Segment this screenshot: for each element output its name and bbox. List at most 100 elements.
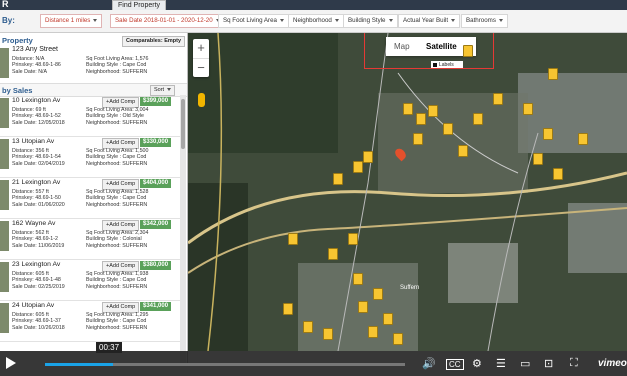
add-comp-label: Add Comp bbox=[109, 222, 136, 228]
comp-marker-icon[interactable] bbox=[578, 133, 588, 145]
filter-year-built[interactable]: Actual Year Built bbox=[398, 14, 461, 28]
comp-marker-icon[interactable] bbox=[416, 113, 426, 125]
filter-sqft[interactable]: Sq Foot Living Area bbox=[218, 14, 290, 28]
comp-marker-icon[interactable] bbox=[283, 303, 293, 315]
fullscreen-icon[interactable]: ⛶ bbox=[570, 357, 578, 370]
sale-date: Sale Date: 02/04/2019 bbox=[12, 160, 65, 167]
comp-marker-icon[interactable] bbox=[358, 301, 368, 313]
sale-price-badge: $380,000 bbox=[140, 261, 172, 270]
comp-marker-icon[interactable] bbox=[548, 68, 558, 80]
chapters-icon[interactable]: ☰ bbox=[496, 357, 506, 370]
sale-style: Building Style : Colonial bbox=[86, 236, 142, 243]
property-photo bbox=[0, 303, 9, 333]
list-item[interactable]: 13 Utopian Av +Add Comp $330,000 Distanc… bbox=[0, 137, 180, 178]
app-logo: R bbox=[2, 0, 9, 9]
property-photo bbox=[0, 262, 9, 292]
sale-meta-left: Distance: 557 ft Prinskey: 48.69-1-50 Sale… bbox=[12, 189, 65, 208]
sale-neighborhood: Neighborhood: SUFFERN bbox=[86, 324, 148, 331]
map-view[interactable]: + − Map Satellite Labels Suffern bbox=[188, 33, 627, 351]
play-icon[interactable] bbox=[6, 357, 16, 369]
comp-marker-icon[interactable] bbox=[413, 133, 423, 145]
street-view-pegman-icon[interactable] bbox=[198, 93, 205, 107]
subject-meta-right: Sq Foot Living Area: 1,576 Building Styl… bbox=[86, 56, 148, 75]
sale-meta-right: Sq Foot Living Area: 1,528 Building Style… bbox=[86, 189, 148, 208]
sale-meta-left: Distance: 69 ft Prinskey: 48.69-1-52 Sale … bbox=[12, 107, 65, 126]
sales-header-title: by Sales bbox=[2, 86, 33, 95]
sale-meta-left: Distance: 562 ft Prinskey: 48.69-1-2 Sale … bbox=[12, 230, 64, 249]
results-scrollbar[interactable] bbox=[180, 95, 186, 363]
sale-address: 24 Utopian Av bbox=[12, 302, 55, 309]
sort-button[interactable]: Sort bbox=[150, 85, 176, 96]
subject-prinskey: Prinskey: 48.69-1-86 bbox=[12, 62, 61, 69]
comp-marker-icon[interactable] bbox=[353, 273, 363, 285]
list-item[interactable]: 23 Lexington Av +Add Comp $380,000 Dista… bbox=[0, 260, 180, 301]
property-photo bbox=[0, 98, 9, 128]
comp-marker-icon[interactable] bbox=[443, 123, 453, 135]
airplay-icon[interactable]: ⊡ bbox=[544, 357, 553, 370]
comp-marker-icon[interactable] bbox=[383, 313, 393, 325]
sale-prinskey: Prinskey: 48.69-1-54 bbox=[12, 154, 61, 161]
filter-neighborhood[interactable]: Neighborhood bbox=[288, 14, 344, 28]
list-item[interactable]: 162 Wayne Av +Add Comp $342,000 Distance… bbox=[0, 219, 180, 260]
comp-marker-icon[interactable] bbox=[303, 321, 313, 333]
sale-style: Building Style : Cape Cod bbox=[86, 318, 147, 325]
chevron-down-icon bbox=[388, 18, 393, 22]
add-comp-label: Add Comp bbox=[109, 140, 136, 146]
pip-icon[interactable]: ▭ bbox=[520, 357, 530, 370]
subject-property: 123 Any Street Distance: N/A Prinskey: 4… bbox=[0, 46, 187, 86]
sale-neighborhood: Neighborhood: SUFFERN bbox=[86, 283, 148, 290]
filter-bathrooms[interactable]: Bathrooms bbox=[461, 14, 508, 28]
list-item[interactable]: 21 Lexington Av +Add Comp $404,000 Dista… bbox=[0, 178, 180, 219]
comp-marker-icon[interactable] bbox=[373, 288, 383, 300]
chevron-down-icon bbox=[451, 18, 456, 22]
comp-marker-icon[interactable] bbox=[393, 333, 403, 345]
comp-marker-icon[interactable] bbox=[323, 328, 333, 340]
filter-building-style[interactable]: Building Style bbox=[343, 14, 398, 28]
comp-marker-icon[interactable] bbox=[288, 233, 298, 245]
comp-marker-icon[interactable] bbox=[553, 168, 563, 180]
comp-marker-icon[interactable] bbox=[523, 103, 533, 115]
sale-neighborhood: Neighborhood: SUFFERN bbox=[86, 119, 148, 126]
vimeo-logo[interactable]: vimeo bbox=[598, 358, 627, 369]
sale-style: Building Style : Old Style bbox=[86, 113, 144, 120]
comp-marker-icon[interactable] bbox=[493, 93, 503, 105]
list-item[interactable]: 24 Utopian Av +Add Comp $341,000 Distanc… bbox=[0, 301, 180, 342]
comp-marker-icon[interactable] bbox=[328, 248, 338, 260]
chevron-down-icon bbox=[280, 18, 285, 22]
comp-marker-icon[interactable] bbox=[403, 103, 413, 115]
comp-marker-icon[interactable] bbox=[428, 105, 438, 117]
comp-marker-icon[interactable] bbox=[333, 173, 343, 185]
sale-address: 13 Utopian Av bbox=[12, 138, 55, 145]
sale-neighborhood: Neighborhood: SUFFERN bbox=[86, 201, 148, 208]
captions-icon[interactable]: CC bbox=[446, 359, 464, 370]
comp-marker-icon[interactable] bbox=[353, 161, 363, 173]
sale-price-badge: $341,000 bbox=[140, 302, 172, 311]
settings-icon[interactable]: ⚙ bbox=[472, 357, 482, 370]
sale-price-badge: $404,000 bbox=[140, 179, 172, 188]
comp-marker-icon[interactable] bbox=[543, 128, 553, 140]
sale-prinskey: Prinskey: 48.69-1-37 bbox=[12, 318, 61, 325]
filter-distance[interactable]: Distance 1 miles bbox=[40, 14, 103, 28]
comp-marker-icon[interactable] bbox=[458, 145, 468, 157]
comp-marker-icon[interactable] bbox=[473, 113, 483, 125]
video-player-controls: 00:37 🔊 CC ⚙ ☰ ▭ ⊡ ⛶ vimeo bbox=[0, 342, 627, 376]
scrollbar-thumb[interactable] bbox=[181, 99, 185, 149]
chevron-down-icon bbox=[93, 18, 98, 22]
sale-price-badge: $330,000 bbox=[140, 138, 172, 147]
comp-marker-icon[interactable] bbox=[363, 151, 373, 163]
comp-marker-icon[interactable] bbox=[463, 45, 473, 57]
zoom-in-button[interactable]: + bbox=[193, 39, 209, 58]
sale-meta-right: Sq Foot Living Area: 1,500 Building Style… bbox=[86, 148, 148, 167]
highlight-annotation bbox=[364, 33, 494, 69]
volume-icon[interactable]: 🔊 bbox=[422, 357, 436, 370]
zoom-out-button[interactable]: − bbox=[193, 59, 209, 78]
list-item[interactable]: 10 Lexington Av +Add Comp $399,000 Dista… bbox=[0, 96, 180, 137]
add-comp-label: Add Comp bbox=[109, 304, 136, 310]
comp-marker-icon[interactable] bbox=[533, 153, 543, 165]
filter-sale-date[interactable]: Sale Date 2018-01-01 - 2020-12-20 bbox=[110, 14, 225, 28]
satellite-imagery bbox=[188, 33, 627, 351]
comp-marker-icon[interactable] bbox=[368, 326, 378, 338]
comp-marker-icon[interactable] bbox=[348, 233, 358, 245]
filter-year-built-label: Actual Year Built bbox=[403, 17, 449, 24]
add-comp-label: Add Comp bbox=[109, 99, 136, 105]
